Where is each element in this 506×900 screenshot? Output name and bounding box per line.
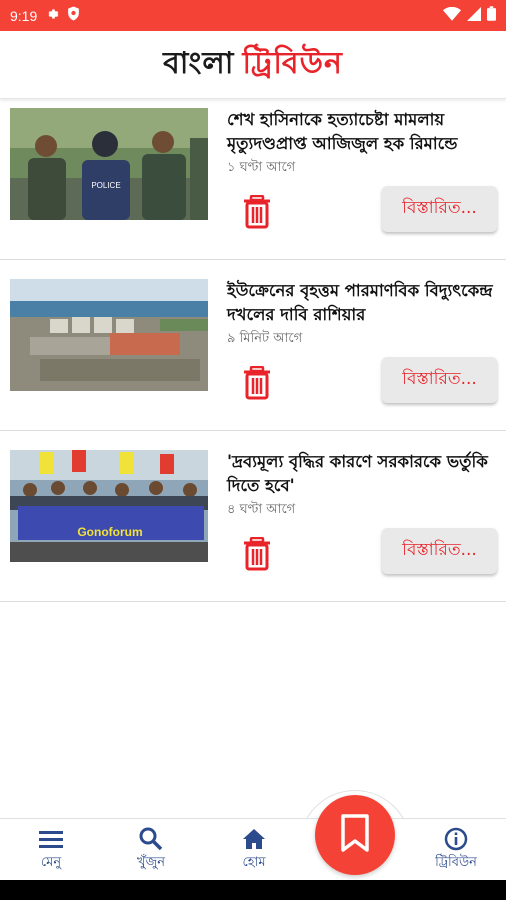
article-thumbnail[interactable]: POLICE	[10, 108, 208, 220]
nav-menu-label: মেনু	[40, 855, 62, 870]
article-card[interactable]: Gonoforum 'দ্রব্যমূল্য বৃদ্ধির কারণে সরক…	[0, 442, 506, 602]
wifi-icon	[443, 6, 461, 25]
home-icon	[242, 827, 266, 851]
delete-icon[interactable]	[242, 536, 272, 571]
shield-icon	[67, 6, 80, 25]
article-thumbnail[interactable]	[10, 279, 208, 391]
delete-icon[interactable]	[242, 194, 272, 229]
nav-about[interactable]: ট্রিবিউন	[416, 819, 496, 881]
banner-text: Gonoforum	[77, 525, 142, 539]
nav-search-label: খুঁজুন	[137, 855, 165, 870]
signal-icon	[467, 6, 481, 25]
bottom-nav: মেনু খুঁজুন হোম ট্রিবিউন	[0, 818, 506, 880]
details-button[interactable]: বিস্তারিত...	[382, 528, 497, 574]
status-time: 9:19	[10, 7, 38, 24]
nav-menu[interactable]: মেনু	[20, 819, 82, 881]
news-feed: POLICE শেখ হাসিনাকে হত্যাচেষ্টা মামলায় …	[0, 100, 506, 602]
search-icon	[139, 827, 163, 851]
system-nav-bar	[0, 880, 506, 900]
svg-text:POLICE: POLICE	[91, 181, 120, 190]
article-card[interactable]: ইউক্রেনের বৃহত্তম পারমাণবিক বিদ্যুৎকেন্দ…	[0, 271, 506, 431]
bookmark-icon	[340, 814, 370, 856]
app-logo: বাংলা ট্রিবিউন	[163, 39, 343, 90]
article-title[interactable]: ইউক্রেনের বৃহত্তম পারমাণবিক বিদ্যুৎকেন্দ…	[227, 279, 499, 327]
nav-search[interactable]: খুঁজুন	[120, 819, 182, 881]
article-time: ৪ ঘণ্টা আগে	[227, 502, 296, 517]
nav-home-label: হোম	[242, 855, 266, 870]
battery-icon	[487, 6, 496, 25]
status-bar: 9:19	[0, 0, 506, 31]
info-icon	[444, 827, 468, 851]
bookmarks-button[interactable]	[315, 795, 395, 875]
app-header: বাংলা ট্রিবিউন	[0, 31, 506, 99]
logo-text-tribune: ট্রিবিউন	[242, 46, 343, 81]
article-time: ৯ মিনিট আগে	[227, 331, 303, 346]
details-button[interactable]: বিস্তারিত...	[382, 186, 497, 232]
article-thumbnail[interactable]: Gonoforum	[10, 450, 208, 562]
article-time: ১ ঘণ্টা আগে	[227, 160, 296, 175]
nav-about-label: ট্রিবিউন	[435, 855, 477, 870]
details-button[interactable]: বিস্তারিত...	[382, 357, 497, 403]
nav-home[interactable]: হোম	[223, 819, 285, 881]
article-card[interactable]: POLICE শেখ হাসিনাকে হত্যাচেষ্টা মামলায় …	[0, 100, 506, 260]
article-title[interactable]: 'দ্রব্যমূল্য বৃদ্ধির কারণে সরকারকে ভর্তু…	[227, 450, 499, 498]
menu-icon	[39, 827, 63, 851]
article-title[interactable]: শেখ হাসিনাকে হত্যাচেষ্টা মামলায় মৃত্যুদ…	[227, 108, 499, 156]
logo-text-bangla: বাংলা	[163, 46, 235, 81]
delete-icon[interactable]	[242, 365, 272, 400]
gear-icon	[45, 6, 59, 25]
